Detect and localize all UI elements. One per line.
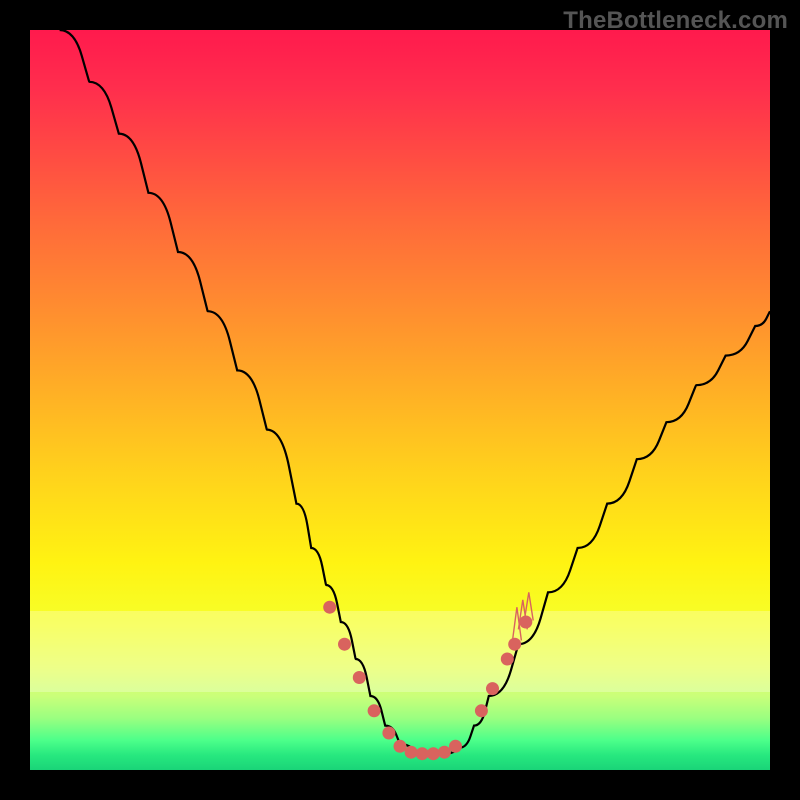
marker-dot [394,740,407,753]
plot-area [30,30,770,770]
marker-dot [438,746,451,759]
marker-dot [427,747,440,760]
marker-dot [323,601,336,614]
marker-dot [508,638,521,651]
marker-dot [416,747,429,760]
marker-dot [475,704,488,717]
marker-dot [353,671,366,684]
chart-frame: TheBottleneck.com [0,0,800,800]
marker-dot [486,682,499,695]
marker-dot [338,638,351,651]
marker-dot [501,653,514,666]
bottleneck-curve [60,30,770,754]
curve-svg [30,30,770,770]
marker-dot [368,704,381,717]
marker-dot [449,740,462,753]
marker-dot [405,746,418,759]
marker-group [323,601,532,761]
marker-dot [382,727,395,740]
